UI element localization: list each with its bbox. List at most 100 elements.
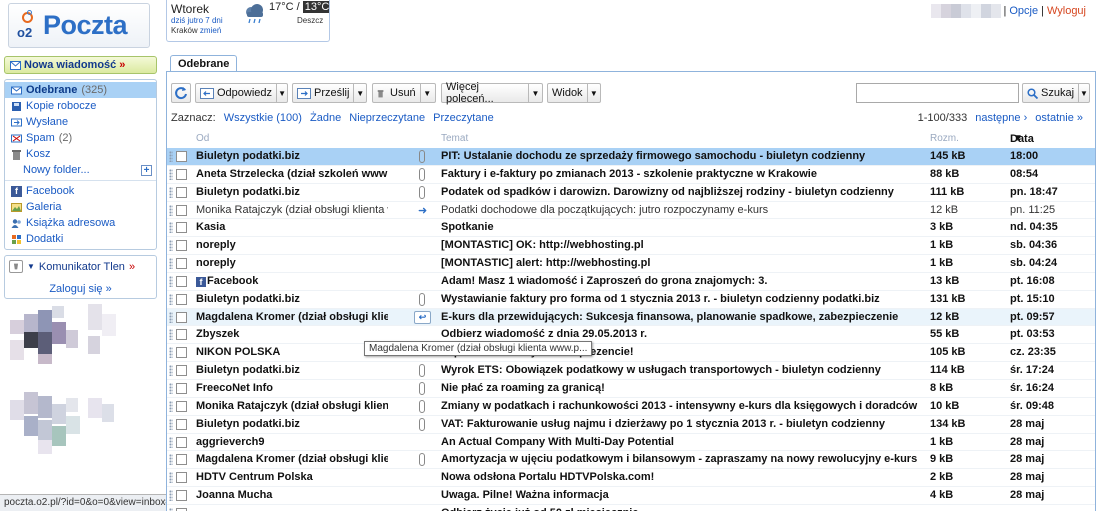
message-checkbox[interactable] bbox=[176, 347, 187, 359]
drag-handle-icon[interactable] bbox=[169, 382, 173, 394]
message-row[interactable]: Zbyszek Odbierz wiadomość z dnia 29.05.20… bbox=[167, 326, 1095, 345]
message-subject[interactable]: [MONTASTIC] alert: http://webhosting.pl bbox=[441, 257, 921, 269]
message-row[interactable]: Aneta Strzelecka (dział szkoleń www Faktu… bbox=[167, 166, 1095, 184]
message-subject[interactable]: Podatki dochodowe dla początkujących: ju… bbox=[441, 204, 921, 216]
column-size[interactable]: Rozm. bbox=[930, 133, 959, 144]
message-row[interactable]: Odbierz życie już od 50 zł miesięcznie bbox=[167, 505, 1095, 511]
drag-handle-icon[interactable] bbox=[169, 329, 173, 341]
message-checkbox[interactable] bbox=[176, 490, 187, 502]
service-addons[interactable]: Dodatki bbox=[5, 231, 156, 247]
reply-dropdown-arrow[interactable]: ▼ bbox=[276, 84, 287, 102]
forward-button[interactable]: Prześlij ▼ bbox=[292, 83, 367, 103]
last-page-link[interactable]: ostatnie » bbox=[1035, 112, 1083, 124]
message-checkbox[interactable] bbox=[176, 258, 187, 270]
drag-handle-icon[interactable] bbox=[169, 365, 173, 377]
message-subject[interactable]: Uwaga. Pilne! Ważna informacja bbox=[441, 489, 921, 501]
message-sender[interactable]: noreply bbox=[196, 257, 388, 269]
select-none-link[interactable]: Żadne bbox=[310, 112, 341, 124]
message-subject[interactable]: Wystawianie faktury pro forma od 1 stycz… bbox=[441, 293, 921, 305]
service-address-book[interactable]: Książka adresowa bbox=[5, 215, 156, 231]
drag-handle-icon[interactable] bbox=[169, 472, 173, 484]
message-subject[interactable]: Spotkanie bbox=[441, 221, 921, 233]
drag-handle-icon[interactable] bbox=[169, 258, 173, 270]
message-row[interactable]: HDTV Centrum Polska Nowa odsłona Portalu … bbox=[167, 469, 1095, 488]
weather-7days-link[interactable]: 7 dni bbox=[205, 16, 222, 25]
service-facebook[interactable]: f Facebook bbox=[5, 183, 156, 199]
message-subject[interactable]: Odbierz wiadomość z dnia 29.05.2013 r. bbox=[441, 328, 921, 340]
message-sender[interactable]: Biuletyn podatki.biz bbox=[196, 150, 388, 162]
message-row[interactable]: Monika Ratajczyk (dział obsługi klienta … bbox=[167, 202, 1095, 220]
message-sender[interactable]: HDTV Centrum Polska bbox=[196, 471, 388, 483]
message-row[interactable]: NIKON POLSKA- sprawdź co otrzymasz w pre… bbox=[167, 344, 1095, 363]
weather-tomorrow-link[interactable]: jutro bbox=[187, 16, 203, 25]
drag-handle-icon[interactable] bbox=[169, 400, 173, 412]
select-unread-link[interactable]: Nieprzeczytane bbox=[349, 112, 425, 124]
message-row[interactable]: Biuletyn podatki.biz VAT: Fakturowanie us… bbox=[167, 416, 1095, 434]
message-subject[interactable]: [MONTASTIC] OK: http://webhosting.pl bbox=[441, 239, 921, 251]
drag-handle-icon[interactable] bbox=[169, 347, 173, 359]
drag-handle-icon[interactable] bbox=[169, 151, 173, 162]
message-sender[interactable]: noreply bbox=[196, 239, 388, 251]
messenger-login-link[interactable]: Zaloguj się » bbox=[9, 283, 152, 295]
message-sender[interactable]: Monika Ratajczyk (dział obsługi klien bbox=[196, 400, 388, 412]
drag-handle-icon[interactable] bbox=[169, 436, 173, 448]
options-link[interactable]: Opcje bbox=[1009, 5, 1038, 17]
message-subject[interactable]: Podatek od spadków i darowizn. Darowizny… bbox=[441, 186, 921, 198]
search-button[interactable]: Szukaj ▼ bbox=[1022, 83, 1090, 103]
drag-handle-icon[interactable] bbox=[169, 418, 173, 430]
message-sender[interactable]: Monika Ratajczyk (dział obsługi klienta … bbox=[196, 204, 388, 216]
message-sender[interactable]: FreecoNet Info bbox=[196, 382, 388, 394]
message-subject[interactable]: VAT: Fakturowanie usług najmu i dzierżaw… bbox=[441, 418, 921, 430]
messenger-dropdown-arrow[interactable]: ▼ bbox=[27, 262, 35, 271]
message-subject[interactable]: Nie płać za roaming za granicą! bbox=[441, 382, 921, 394]
message-checkbox[interactable] bbox=[176, 365, 187, 377]
message-subject[interactable]: PIT: Ustalanie dochodu ze sprzedaży firm… bbox=[441, 150, 921, 162]
message-subject[interactable]: Amortyzacja w ujęciu podatkowym i bilans… bbox=[441, 453, 921, 465]
message-checkbox[interactable] bbox=[176, 436, 187, 448]
message-subject[interactable]: Adam! Masz 1 wiadomość i Zaproszeń do gr… bbox=[441, 275, 921, 287]
message-checkbox[interactable] bbox=[176, 311, 187, 323]
message-checkbox[interactable] bbox=[176, 168, 187, 180]
folder-sent[interactable]: Wysłane bbox=[5, 114, 156, 130]
message-subject[interactable]: An Actual Company With Multi-Day Potenti… bbox=[441, 436, 921, 448]
message-row[interactable]: f Facebook Adam! Masz 1 wiadomość i Zapros… bbox=[167, 273, 1095, 291]
drag-handle-icon[interactable] bbox=[169, 186, 173, 198]
message-checkbox[interactable] bbox=[176, 151, 187, 162]
message-subject[interactable]: Faktury i e-faktury po zmianach 2013 - s… bbox=[441, 168, 921, 180]
message-row[interactable]: Magdalena Kromer (dział obsługi klie ↩ E-k… bbox=[167, 308, 1095, 327]
message-sender[interactable]: Joanna Mucha bbox=[196, 489, 388, 501]
drag-handle-icon[interactable] bbox=[169, 454, 173, 466]
messenger-label[interactable]: Komunikator Tlen bbox=[39, 261, 125, 273]
message-sender[interactable]: Magdalena Kromer (dział obsługi klie bbox=[196, 453, 388, 465]
next-page-link[interactable]: następne › bbox=[975, 112, 1027, 124]
message-checkbox[interactable] bbox=[176, 222, 187, 234]
message-row[interactable]: Monika Ratajczyk (dział obsługi klien Zmi… bbox=[167, 398, 1095, 416]
message-subject[interactable]: Odbierz życie już od 50 zł miesięcznie bbox=[441, 507, 921, 511]
drag-handle-icon[interactable] bbox=[169, 293, 173, 305]
view-button[interactable]: Widok ▼ bbox=[547, 83, 601, 103]
delete-button[interactable]: Usuń ▼ bbox=[372, 83, 436, 103]
service-gallery[interactable]: Galeria bbox=[5, 199, 156, 215]
message-checkbox[interactable] bbox=[176, 418, 187, 430]
more-actions-button[interactable]: Więcej poleceń... ▼ bbox=[441, 81, 543, 105]
folder-spam[interactable]: Spam (2) bbox=[5, 130, 156, 146]
message-checkbox[interactable] bbox=[176, 472, 187, 484]
search-input[interactable] bbox=[856, 83, 1019, 103]
new-message-button[interactable]: Nowa wiadomość » bbox=[4, 56, 157, 74]
column-from[interactable]: Od bbox=[196, 133, 209, 144]
new-folder-link[interactable]: Nowy folder... + bbox=[5, 162, 156, 178]
reply-button[interactable]: Odpowiedz ▼ bbox=[195, 83, 288, 103]
message-sender[interactable]: aggrieverch9 bbox=[196, 436, 388, 448]
message-sender[interactable]: Biuletyn podatki.biz bbox=[196, 364, 388, 376]
forward-dropdown-arrow[interactable]: ▼ bbox=[353, 84, 366, 102]
message-sender[interactable]: Biuletyn podatki.biz bbox=[196, 293, 388, 305]
drag-handle-icon[interactable] bbox=[169, 311, 173, 323]
drag-handle-icon[interactable] bbox=[169, 204, 173, 216]
message-checkbox[interactable] bbox=[176, 186, 187, 198]
message-sender[interactable]: Zbyszek bbox=[196, 328, 388, 340]
view-dropdown-arrow[interactable]: ▼ bbox=[586, 84, 600, 102]
add-folder-icon[interactable]: + bbox=[141, 164, 152, 176]
message-row[interactable]: Biuletyn podatki.biz Wyrok ETS: Obowiązek… bbox=[167, 362, 1095, 380]
message-checkbox[interactable] bbox=[176, 293, 187, 305]
o2-poczta-logo[interactable]: o2 Poczta bbox=[8, 3, 150, 48]
